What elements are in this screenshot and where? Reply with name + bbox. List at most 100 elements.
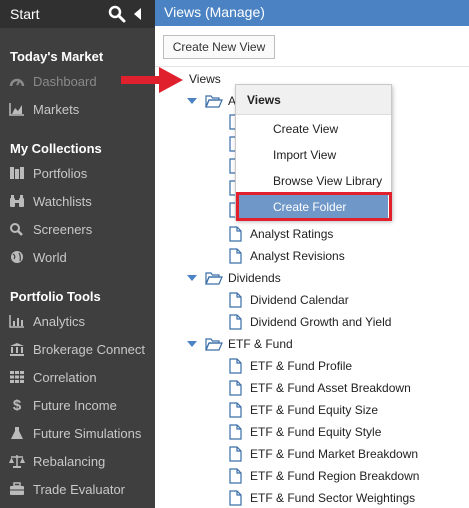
document-icon (229, 446, 242, 462)
tree-doc-label: ETF & Fund Equity Style (250, 425, 382, 439)
create-new-view-button[interactable]: Create New View (163, 35, 275, 59)
sidebar-item-brokerage-connect[interactable]: Brokerage Connect (8, 338, 153, 360)
document-icon (229, 380, 242, 396)
sidebar-item-label: Trade Evaluator (33, 481, 126, 497)
document-icon (229, 358, 242, 374)
sidebar-item-label: Watchlists (33, 193, 92, 209)
dollar-icon: $ (12, 396, 22, 414)
collapse-sidebar-icon[interactable] (134, 8, 141, 20)
tree-doc-etf-equity-size[interactable]: ETF & Fund Equity Size (229, 400, 378, 420)
flask-icon (8, 425, 26, 441)
annotation-arrow-icon (121, 67, 183, 93)
menu-item-create-view[interactable]: Create View (236, 117, 391, 141)
sidebar-item-portfolios[interactable]: Portfolios (8, 162, 153, 184)
search-icon[interactable] (108, 5, 126, 23)
tree-doc-label: ETF & Fund Equity Size (250, 403, 379, 417)
document-icon (229, 292, 242, 308)
annotation-highlight-box (236, 192, 392, 221)
sidebar-item-world[interactable]: World (8, 246, 153, 268)
document-icon (229, 424, 242, 440)
sidebar-item-label: World (33, 249, 67, 265)
sidebar-item-label: Correlation (33, 369, 97, 385)
sidebar-item-label: Screeners (33, 221, 93, 237)
tree-doc-etf-asset-breakdown[interactable]: ETF & Fund Asset Breakdown (229, 378, 411, 398)
sidebar-item-future-simulations[interactable]: Future Simulations (8, 422, 153, 444)
tree-folder-etf-fund[interactable]: ETF & Fund (187, 334, 293, 354)
tree-doc-label: Dividend Calendar (250, 293, 349, 307)
tree-doc-label: ETF & Fund Profile (250, 359, 353, 373)
tree-doc-label: ETF & Fund Market Breakdown (250, 447, 419, 461)
sidebar-item-trade-evaluator[interactable]: Trade Evaluator (8, 478, 153, 500)
sidebar-item-label: Future Income (33, 397, 117, 413)
section-title-my-collections: My Collections (10, 141, 102, 156)
sidebar-item-watchlists[interactable]: Watchlists (8, 190, 153, 212)
briefcase-icon (8, 481, 26, 497)
tree-folder-a[interactable]: A (187, 91, 236, 111)
section-title-portfolio-tools: Portfolio Tools (10, 289, 101, 304)
tree-doc-analyst-ratings[interactable]: Analyst Ratings (229, 224, 333, 244)
tree-doc-label: Dividend Growth and Yield (250, 315, 392, 329)
gauge-icon (8, 73, 26, 89)
tree-doc-etf-region-breakdown[interactable]: ETF & Fund Region Breakdown (229, 466, 419, 486)
sidebar-item-label: Brokerage Connect (33, 341, 146, 357)
tree-folder-label: Dividends (228, 271, 281, 285)
sidebar-item-label: Markets (33, 101, 80, 117)
section-title-todays-market: Today's Market (10, 49, 104, 64)
folder-open-icon (205, 94, 223, 108)
page-title: Views (Manage) (155, 0, 469, 26)
tree-doc-dividend-growth[interactable]: Dividend Growth and Yield (229, 312, 391, 332)
tree-doc-etf-equity-style[interactable]: ETF & Fund Equity Style (229, 422, 381, 442)
bar-chart-icon (8, 313, 26, 329)
menu-item-browse-view-library[interactable]: Browse View Library (236, 169, 391, 193)
folder-open-icon (205, 271, 223, 285)
expand-triangle-icon[interactable] (187, 98, 197, 104)
document-icon (229, 468, 242, 484)
globe-icon (8, 249, 26, 265)
sidebar-item-label: Portfolios (33, 165, 88, 181)
binoculars-icon (8, 193, 26, 209)
toolbar-divider (155, 66, 469, 67)
document-icon (229, 226, 242, 242)
tree-folder-dividends[interactable]: Dividends (187, 268, 281, 288)
tree-doc-etf-profile[interactable]: ETF & Fund Profile (229, 356, 352, 376)
context-menu-title: Views (236, 85, 391, 115)
tree-root-label: Views (189, 72, 221, 86)
grid-icon (8, 369, 26, 385)
tree-doc-label: ETF & Fund Asset Breakdown (250, 381, 411, 395)
sidebar-item-analytics[interactable]: Analytics (8, 310, 153, 332)
tree-doc-etf-sector-weightings[interactable]: ETF & Fund Sector Weightings (229, 488, 415, 508)
sidebar-item-rebalancing[interactable]: Rebalancing (8, 450, 153, 472)
document-icon (229, 248, 242, 264)
expand-triangle-icon[interactable] (187, 275, 197, 281)
sidebar-header: Start (0, 0, 155, 28)
search-icon (8, 221, 26, 237)
sidebar-item-markets[interactable]: Markets (8, 98, 153, 120)
sidebar-item-future-income[interactable]: $ Future Income (8, 394, 153, 416)
scale-icon (8, 453, 26, 469)
tree-doc-label: ETF & Fund Sector Weightings (250, 491, 416, 505)
bank-icon (8, 341, 26, 357)
folder-open-icon (205, 337, 223, 351)
sidebar-item-label: Future Simulations (33, 425, 142, 441)
sidebar-item-screeners[interactable]: Screeners (8, 218, 153, 240)
books-icon (8, 165, 26, 181)
document-icon (229, 314, 242, 330)
menu-item-import-view[interactable]: Import View (236, 143, 391, 167)
sidebar-item-label: Rebalancing (33, 453, 106, 469)
document-icon (229, 402, 242, 418)
sidebar-item-correlation[interactable]: Correlation (8, 366, 153, 388)
tree-doc-label: Analyst Ratings (250, 227, 334, 241)
expand-triangle-icon[interactable] (187, 341, 197, 347)
tree-doc-label: Analyst Revisions (250, 249, 345, 263)
area-chart-icon (8, 101, 26, 117)
tree-doc-label: ETF & Fund Region Breakdown (250, 469, 420, 483)
tree-doc-analyst-revisions[interactable]: Analyst Revisions (229, 246, 345, 266)
tree-folder-label: ETF & Fund (228, 337, 293, 351)
tree-doc-etf-market-breakdown[interactable]: ETF & Fund Market Breakdown (229, 444, 418, 464)
document-icon (229, 490, 242, 506)
sidebar-item-label: Analytics (33, 313, 86, 329)
sidebar-item-label: Dashboard (33, 73, 97, 89)
start-label[interactable]: Start (10, 6, 40, 22)
tree-root-views[interactable]: Views (189, 69, 221, 89)
tree-doc-dividend-calendar[interactable]: Dividend Calendar (229, 290, 349, 310)
